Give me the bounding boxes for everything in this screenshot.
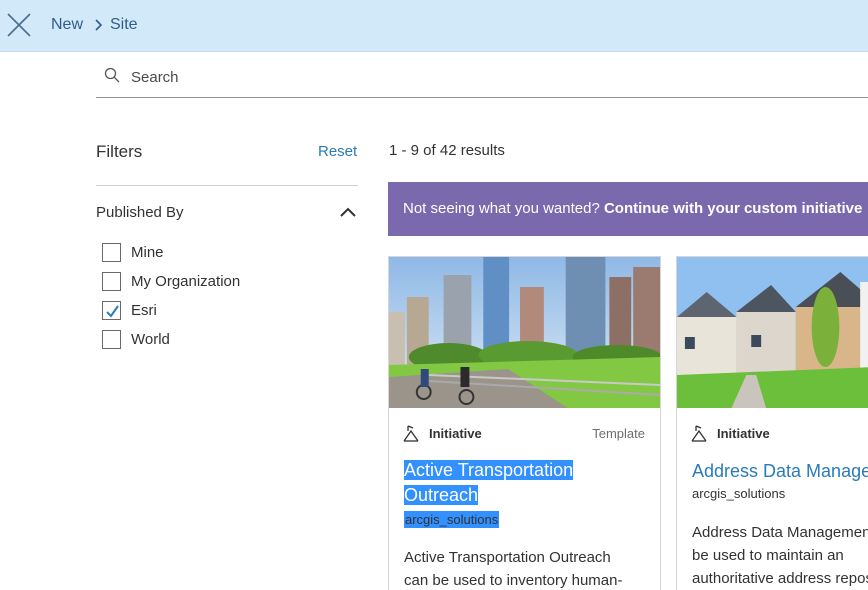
template-badge: Template [592,426,645,441]
chevron-right-icon [95,19,103,31]
filter-option-mine[interactable]: Mine [102,243,302,263]
filters-title: Filters [96,142,143,161]
filter-option-label: World [131,331,170,348]
card-title-line: Active Transportation [404,460,574,480]
filter-option-esri[interactable]: Esri [102,301,302,321]
card-description-line: can be used to inventory human- [404,572,623,589]
initiative-icon [403,425,419,442]
reset-link[interactable]: Reset [318,143,357,160]
banner-text: Not seeing what you wanted? Continue wit… [403,200,862,217]
card-description: Address Data Management can be used to ma… [692,521,868,590]
houses-image [677,257,868,408]
published-by-title: Published By [96,204,184,221]
checkbox-checked[interactable] [102,301,121,320]
card-description-line: Active Transportation Outreach [404,549,611,566]
search-bar [96,58,868,98]
chevron-up-icon[interactable] [339,205,357,219]
initiative-card[interactable]: Initiative Template Active Transportatio… [388,256,661,590]
filter-option-label: Mine [131,244,164,261]
card-type: Initiative [717,426,770,441]
filters-divider [96,185,358,186]
banner-prefix: Not seeing what you wanted? [403,200,604,217]
filter-option-world[interactable]: World [102,330,302,350]
card-title[interactable]: Address Data Management [692,459,868,484]
city-park-image [389,257,660,408]
filter-option-label: My Organization [131,273,241,290]
checkbox[interactable] [102,243,121,262]
card-owner[interactable]: arcgis_solutions [692,486,785,501]
search-input[interactable] [131,64,831,90]
checkmark-icon [106,305,119,318]
card-owner[interactable]: arcgis_solutions [404,511,500,528]
card-description: Active Transportation Outreach can be use… [404,546,622,590]
banner-strong-link[interactable]: Continue with your custom initiative [604,200,862,217]
card-title[interactable]: Active Transportation Outreach [404,458,574,508]
top-bar: New Site [0,0,868,52]
close-icon[interactable] [6,12,32,38]
card-type: Initiative [429,426,482,441]
breadcrumb-site: Site [110,16,138,33]
initiative-card[interactable]: Initiative Address Data Management arcgi… [676,256,868,590]
custom-initiative-banner[interactable]: Not seeing what you wanted? Continue wit… [388,182,868,236]
filter-option-my-organization[interactable]: My Organization [102,272,302,292]
search-icon [104,67,120,83]
initiative-icon [691,425,707,442]
checkbox[interactable] [102,272,121,291]
filter-option-label: Esri [131,302,157,319]
card-description-line: authoritative address repository [692,570,868,587]
checkbox[interactable] [102,330,121,349]
card-title-line: Outreach [404,485,479,505]
results-count: 1 - 9 of 42 results [389,142,505,159]
card-description-line: be used to maintain an [692,547,844,564]
breadcrumb-new[interactable]: New [51,16,83,34]
card-description-line: Address Data Management can [692,524,868,541]
